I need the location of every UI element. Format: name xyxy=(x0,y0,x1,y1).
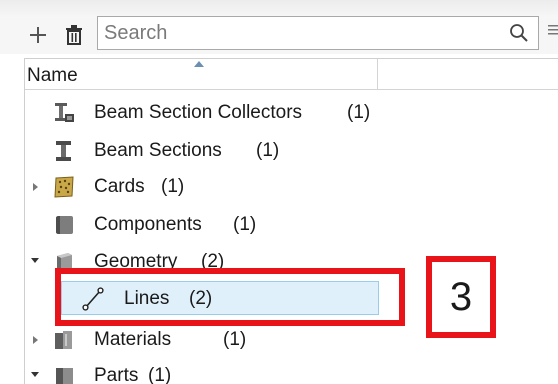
tree-item-count: (1) xyxy=(256,140,280,161)
sort-ascending-icon[interactable] xyxy=(193,60,205,68)
parts-icon xyxy=(56,368,73,384)
tree-item-label: Beam Section Collectors xyxy=(94,102,303,123)
tree-item-count: (1) xyxy=(223,329,247,350)
tree-item-count: (1) xyxy=(148,365,172,384)
add-button[interactable] xyxy=(25,18,51,52)
search-field[interactable] xyxy=(97,16,539,50)
component-icon xyxy=(56,216,73,234)
beam-section-collector-icon xyxy=(55,103,74,122)
filter-options-icon[interactable] xyxy=(546,23,558,39)
tree-item-label: Cards xyxy=(94,176,145,197)
expand-arrow-icon[interactable] xyxy=(32,335,40,345)
column-header-name[interactable]: Name xyxy=(27,65,78,87)
tree-item-label: Components xyxy=(94,214,202,235)
expand-arrow-icon[interactable] xyxy=(32,182,40,192)
tree-item-parts[interactable]: Parts (1) xyxy=(25,358,558,384)
collapse-arrow-icon[interactable] xyxy=(30,257,40,265)
tree-item-count: (1) xyxy=(233,214,257,235)
tree-item-count: (1) xyxy=(161,176,185,197)
tree-item-components[interactable]: Components (1) xyxy=(25,207,558,243)
materials-icon xyxy=(55,331,72,349)
tree-item-cards[interactable]: Cards (1) xyxy=(25,169,558,205)
magnifier-icon[interactable] xyxy=(509,23,529,43)
plus-icon xyxy=(30,27,46,43)
tree-item-label: Parts xyxy=(94,365,139,384)
tree-item-label: Beam Sections xyxy=(94,140,222,161)
tree-header: Name xyxy=(25,59,558,90)
step-number: 3 xyxy=(449,274,473,319)
tree-item-beam-sections[interactable]: Beam Sections (1) xyxy=(25,133,558,169)
highlight-annotation-box xyxy=(55,268,405,326)
tree-item-beam-section-collectors[interactable]: Beam Section Collectors (1) xyxy=(25,95,558,131)
collapse-arrow-icon[interactable] xyxy=(30,371,40,379)
column-divider[interactable] xyxy=(377,59,378,89)
step-number-callout: 3 xyxy=(426,256,496,338)
cards-icon xyxy=(54,176,74,198)
beam-section-icon xyxy=(56,141,71,161)
trash-icon xyxy=(66,25,82,45)
tree-item-label: Materials xyxy=(94,329,172,350)
tree-item-count: (1) xyxy=(347,102,371,123)
delete-button[interactable] xyxy=(61,18,87,52)
search-input[interactable] xyxy=(98,17,498,49)
